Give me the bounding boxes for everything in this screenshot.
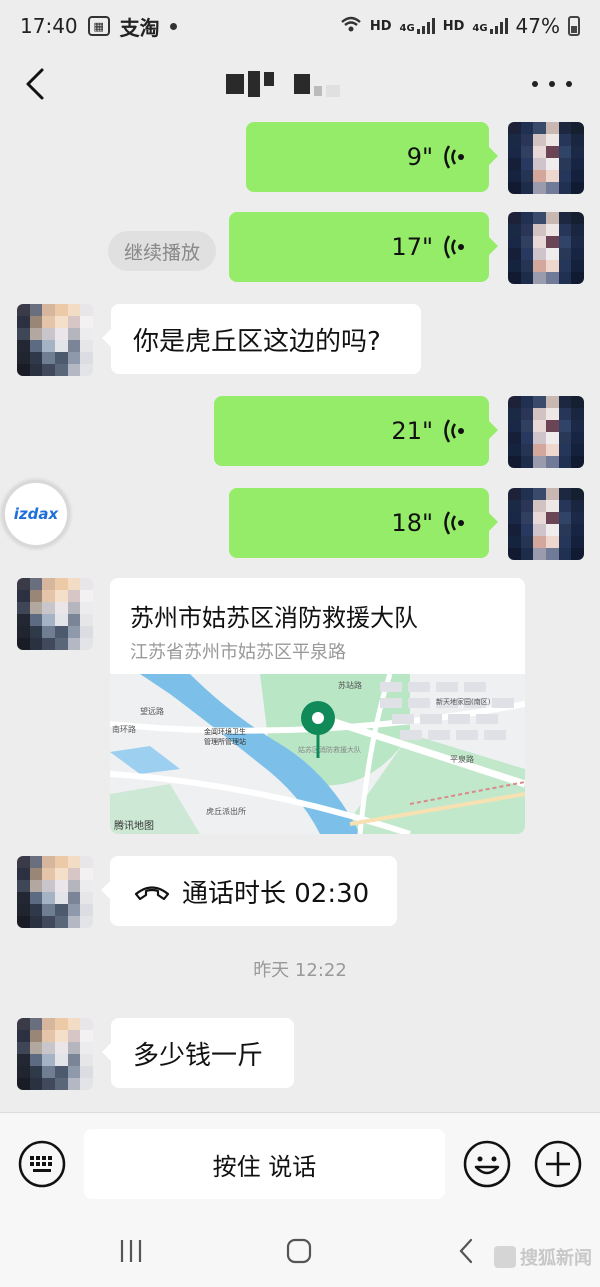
map-label-north: 望远路 xyxy=(140,706,164,716)
signal-1-label: 4G xyxy=(399,23,415,34)
voice-wave-icon xyxy=(444,145,464,169)
input-bar: 按住 说话 xyxy=(0,1112,600,1216)
nav-back-icon xyxy=(459,1238,473,1264)
signal-1: 4G xyxy=(400,18,435,34)
home-icon xyxy=(286,1238,312,1264)
keyboard-toggle-button[interactable] xyxy=(17,1139,67,1189)
text-message-bubble[interactable]: 多少钱一斤 xyxy=(102,1018,294,1088)
keyboard-icon xyxy=(18,1140,66,1188)
hold-to-talk-button[interactable]: 按住 说话 xyxy=(84,1129,445,1199)
more-button[interactable] xyxy=(532,70,572,98)
recent-apps-button[interactable] xyxy=(116,1236,146,1266)
watermark: 搜狐新闻 xyxy=(494,1244,592,1270)
home-button[interactable] xyxy=(284,1236,314,1266)
status-app-label: 支淘 xyxy=(119,15,160,40)
contact-avatar[interactable] xyxy=(17,856,93,928)
plus-icon xyxy=(534,1140,582,1188)
voice-duration: 17" xyxy=(391,233,433,261)
status-bar: 17:40 ▦ 支淘 HD 4G HD 4G 47% xyxy=(0,0,600,52)
voice-message-bubble[interactable]: 18" xyxy=(229,488,498,558)
emoji-button[interactable] xyxy=(462,1139,512,1189)
notification-dot-icon xyxy=(169,22,177,30)
signal-bars-2-icon xyxy=(489,18,508,34)
floating-izdax-button[interactable]: izdax xyxy=(2,480,70,548)
map-label-south: 虎丘派出所 xyxy=(206,806,246,816)
signal-bars-1-icon xyxy=(416,18,435,34)
wifi-icon xyxy=(340,15,362,37)
network-hd-2: HD xyxy=(442,18,465,34)
recent-apps-icon xyxy=(120,1240,142,1262)
chat-message-list[interactable]: 9" 继续播放 17" 你是虎丘区这边的吗? 21" izdax 18" 苏州市… xyxy=(0,118,600,1112)
nav-back-button[interactable] xyxy=(452,1236,482,1266)
my-avatar[interactable] xyxy=(508,396,584,468)
contact-avatar[interactable] xyxy=(17,304,93,376)
map-label-west-road: 南环路 xyxy=(112,724,136,734)
text-message-bubble[interactable]: 你是虎丘区这边的吗? xyxy=(102,304,421,374)
timestamp-divider: 昨天 12:22 xyxy=(253,960,347,981)
emoji-icon xyxy=(463,1140,511,1188)
location-title: 苏州市姑苏区消防救援大队 xyxy=(130,604,418,632)
map-label-east-road: 苏站路 xyxy=(338,680,362,690)
location-address: 江苏省苏州市姑苏区平泉路 xyxy=(130,642,346,663)
more-functions-button[interactable] xyxy=(533,1139,583,1189)
contact-avatar[interactable] xyxy=(17,1018,93,1090)
my-avatar[interactable] xyxy=(508,212,584,284)
map-label-center-b: 管理所管理站 xyxy=(204,737,246,746)
my-avatar[interactable] xyxy=(508,488,584,560)
voice-wave-icon xyxy=(444,511,464,535)
location-map: 苏站路 望远路 南环路 金阊环境卫生 管理所管理站 虎丘派出所 平泉路 新天地家… xyxy=(110,673,525,834)
map-watermark: 腾讯地图 xyxy=(114,821,154,832)
back-button[interactable] xyxy=(18,66,54,102)
chevron-left-icon xyxy=(26,68,44,100)
voice-message-bubble[interactable]: 17" xyxy=(229,212,498,282)
location-message-card[interactable]: 苏州市姑苏区消防救援大队 江苏省苏州市姑苏区平泉路 苏站路 望远路 南环路 金阊… xyxy=(110,578,525,834)
voice-message-bubble[interactable]: 9" xyxy=(246,122,498,192)
chat-header xyxy=(0,52,600,116)
voice-wave-icon xyxy=(444,235,464,259)
message-text: 你是虎丘区这边的吗? xyxy=(133,326,381,357)
map-label-district: 新天地家园(南区) xyxy=(436,697,491,706)
voice-message-bubble[interactable]: 21" xyxy=(214,396,498,466)
message-text: 多少钱一斤 xyxy=(133,1040,264,1071)
gallery-notification-icon: ▦ xyxy=(87,16,110,36)
map-label-ping-quan: 平泉路 xyxy=(450,754,474,764)
system-nav-bar: 搜狐新闻 xyxy=(0,1216,600,1287)
hang-up-phone-icon xyxy=(134,886,170,901)
voice-duration: 18" xyxy=(391,509,433,537)
battery-icon xyxy=(568,16,580,36)
watermark-logo-icon xyxy=(494,1246,516,1268)
call-record-bubble[interactable]: 通话时长 02:30 xyxy=(101,856,397,926)
watermark-text: 搜狐新闻 xyxy=(520,1248,592,1269)
chat-title-pixelated xyxy=(226,70,376,98)
status-time: 17:40 xyxy=(20,14,78,38)
map-label-center-a: 金阊环境卫生 xyxy=(204,727,246,736)
continue-playing-button[interactable]: 继续播放 xyxy=(108,231,217,271)
voice-wave-icon xyxy=(444,419,464,443)
more-dots-icon xyxy=(532,81,538,87)
contact-avatar[interactable] xyxy=(17,578,93,650)
signal-2-label: 4G xyxy=(472,23,488,34)
status-right: HD 4G HD 4G 47% xyxy=(340,14,580,38)
signal-2: 4G xyxy=(472,18,508,34)
voice-duration: 9" xyxy=(406,143,433,171)
my-avatar[interactable] xyxy=(508,122,584,194)
call-duration-label: 通话时长 02:30 xyxy=(182,878,370,909)
network-hd-1: HD xyxy=(369,18,392,34)
map-illustration: 苏站路 望远路 南环路 金阊环境卫生 管理所管理站 虎丘派出所 平泉路 新天地家… xyxy=(110,673,525,834)
map-label-pin: 姑苏区消防救援大队 xyxy=(298,745,361,754)
battery-percent: 47% xyxy=(515,14,560,38)
voice-duration: 21" xyxy=(391,417,433,445)
status-left: 17:40 ▦ 支淘 xyxy=(20,12,177,41)
